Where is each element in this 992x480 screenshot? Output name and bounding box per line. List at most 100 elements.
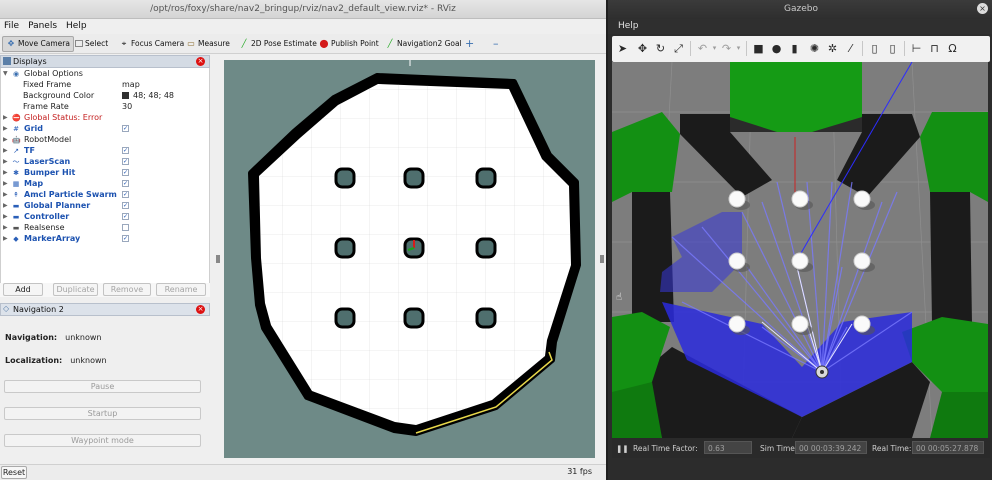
folder-icon: ▬	[12, 202, 20, 210]
close-icon[interactable]: ×	[196, 57, 205, 66]
expand-arrow-icon[interactable]: ▶	[3, 222, 8, 233]
expand-arrow-icon[interactable]: ▶	[3, 145, 8, 156]
display-label: Global Planner	[24, 201, 91, 210]
magnet-icon[interactable]: Ω	[946, 42, 959, 55]
fixed-frame-value[interactable]: map	[122, 79, 140, 90]
tree-row-display[interactable]: ▶ ▬ Realsense	[1, 222, 209, 233]
pause-button[interactable]: Pause	[4, 380, 201, 393]
pause-simulation-icon[interactable]: ❚❚	[616, 444, 629, 453]
wall	[930, 192, 972, 324]
tree-row-display[interactable]: ▶ ▬ Controller ✓	[1, 211, 209, 222]
enable-checkbox[interactable]: ✓	[122, 191, 129, 198]
waypoint-mode-button[interactable]: Waypoint mode	[4, 434, 201, 447]
close-icon[interactable]: ×	[196, 305, 205, 314]
add-display-button[interactable]: Add	[3, 283, 43, 296]
tree-row-display[interactable]: ▶ ↟ Amcl Particle Swarm ✓	[1, 189, 209, 200]
gazebo-menubar: Help	[608, 19, 992, 34]
sphere-icon[interactable]: ●	[770, 42, 783, 55]
rviz-3d-view[interactable]	[224, 60, 595, 458]
rename-display-button[interactable]: Rename	[156, 283, 206, 296]
enable-checkbox[interactable]: ✓	[122, 213, 129, 220]
cylinder-icon[interactable]: ▮	[788, 42, 801, 55]
map-obstacle	[334, 307, 356, 329]
enable-checkbox[interactable]: ✓	[122, 202, 129, 209]
publish-point-button[interactable]: ⬤ Publish Point	[316, 36, 382, 52]
remove-display-button[interactable]: Remove	[103, 283, 151, 296]
paste-icon[interactable]: ▯	[886, 42, 899, 55]
folder-icon: ▬	[12, 224, 20, 232]
enable-checkbox[interactable]: ✓	[122, 235, 129, 242]
expand-arrow-icon[interactable]: ▶	[3, 233, 8, 244]
enable-checkbox[interactable]	[122, 224, 129, 231]
bumper-icon: ✱	[13, 169, 19, 177]
tree-row-display[interactable]: ▶ ⛔ Global Status: Error	[1, 112, 209, 123]
spot-light-icon[interactable]: ✲	[826, 42, 839, 55]
expand-arrow-icon[interactable]: ▶	[3, 167, 8, 178]
map-obstacle	[403, 307, 425, 329]
tree-row-display[interactable]: ▶ ✱ Bumper Hit ✓	[1, 167, 209, 178]
sim-time-value: 00 00:03:39.242	[795, 441, 867, 454]
pose-estimate-button[interactable]: ╱ 2D Pose Estimate	[236, 36, 320, 52]
gazebo-3d-scene[interactable]	[612, 62, 988, 438]
menu-file[interactable]: File	[0, 19, 24, 31]
scale-icon[interactable]: ⤢	[672, 42, 685, 55]
tree-row-fixed-frame[interactable]: Fixed Frame map	[1, 79, 209, 90]
tree-row-display[interactable]: ▶ ↗ TF ✓	[1, 145, 209, 156]
collapse-arrow-icon[interactable]: ▼	[3, 68, 8, 79]
error-icon: ⛔	[12, 114, 21, 122]
move-camera-button[interactable]: ✥ Move Camera	[2, 36, 74, 52]
tree-row-display[interactable]: ▶ 〜 LaserScan ✓	[1, 156, 209, 167]
tree-row-display[interactable]: ▶ ▦ Map ✓	[1, 178, 209, 189]
expand-arrow-icon[interactable]: ▶	[3, 178, 8, 189]
point-light-icon[interactable]: ✺	[808, 42, 821, 55]
menu-panels[interactable]: Panels	[24, 19, 62, 31]
enable-checkbox[interactable]: ✓	[122, 158, 129, 165]
enable-checkbox[interactable]: ✓	[122, 125, 129, 132]
menu-help[interactable]: Help	[62, 19, 92, 31]
cylinder	[791, 315, 809, 333]
nav-goal-button[interactable]: ╱ Navigation2 Goal	[382, 36, 465, 52]
tree-row-global-options[interactable]: ▼ ◉ Global Options	[1, 68, 209, 79]
enable-checkbox[interactable]: ✓	[122, 147, 129, 154]
expand-arrow-icon[interactable]: ▶	[3, 211, 8, 222]
expand-arrow-icon[interactable]: ▶	[3, 112, 8, 123]
copy-icon[interactable]: ▯	[868, 42, 881, 55]
enable-checkbox[interactable]: ✓	[122, 169, 129, 176]
snap-icon[interactable]: ⊓	[928, 42, 941, 55]
box-icon[interactable]: ■	[752, 42, 765, 55]
close-icon[interactable]: ×	[977, 3, 988, 14]
add-tool-button[interactable]: +	[462, 36, 477, 52]
frame-rate-value[interactable]: 30	[122, 101, 132, 112]
expand-arrow-icon[interactable]: ▶	[3, 134, 8, 145]
rotate-icon[interactable]: ↻	[654, 42, 667, 55]
duplicate-display-button[interactable]: Duplicate	[53, 283, 98, 296]
expand-arrow-icon[interactable]: ▶	[3, 123, 8, 134]
align-icon[interactable]: ⊢	[910, 42, 923, 55]
directional-light-icon[interactable]: ⁄	[844, 42, 857, 55]
tree-row-display[interactable]: ▶ # Grid ✓	[1, 123, 209, 134]
translate-icon[interactable]: ✥	[636, 42, 649, 55]
menu-help[interactable]: Help	[608, 19, 644, 31]
splitter-handle[interactable]	[600, 255, 604, 263]
dropdown-icon[interactable]: ▾	[732, 42, 745, 55]
focus-camera-button[interactable]: ⌖ Focus Camera	[116, 36, 187, 52]
tree-row-frame-rate[interactable]: Frame Rate 30	[1, 101, 209, 112]
tree-row-display[interactable]: ▶ ◆ MarkerArray ✓	[1, 233, 209, 244]
tree-row-background-color[interactable]: Background Color 48; 48; 48	[1, 90, 209, 101]
reset-button[interactable]: Reset	[1, 466, 27, 479]
measure-button[interactable]: ▭ Measure	[183, 36, 233, 52]
background-color-value[interactable]: 48; 48; 48	[122, 90, 174, 101]
expand-arrow-icon[interactable]: ▶	[3, 156, 8, 167]
enable-checkbox[interactable]: ✓	[122, 180, 129, 187]
arrow-pointer-icon[interactable]: ➤	[616, 42, 629, 55]
tree-row-display[interactable]: ▶ ▬ Global Planner ✓	[1, 200, 209, 211]
splitter-handle[interactable]	[216, 255, 220, 263]
remove-tool-button[interactable]: –	[490, 36, 502, 52]
display-label: Bumper Hit	[24, 168, 76, 177]
select-button[interactable]: Select	[72, 36, 111, 52]
tree-row-display[interactable]: ▶ 🤖 RobotModel	[1, 134, 209, 145]
expand-arrow-icon[interactable]: ▶	[3, 200, 8, 211]
expand-arrow-icon[interactable]: ▶	[3, 189, 8, 200]
startup-button[interactable]: Startup	[4, 407, 201, 420]
folder-icon: ▬	[12, 213, 20, 221]
